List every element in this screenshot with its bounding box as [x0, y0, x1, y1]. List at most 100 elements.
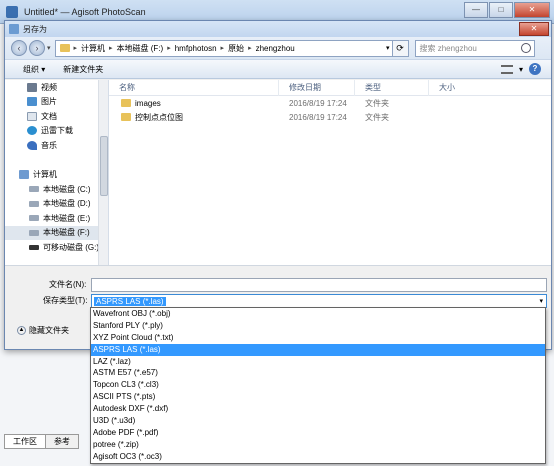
nav-item-label: 迅雷下载	[41, 126, 73, 136]
nav-item-drive-c[interactable]: 本地磁盘 (C:)	[5, 182, 99, 197]
breadcrumb-drive-f[interactable]: 本地磁盘 (F:)	[117, 43, 164, 54]
column-header: 名称 修改日期 类型 大小	[109, 79, 551, 96]
hide-folders-label: 隐藏文件夹	[29, 326, 69, 335]
nav-item-music[interactable]: 音乐	[5, 138, 99, 153]
file-name-cell: images	[109, 99, 279, 108]
address-bar[interactable]: ▸ 计算机 ▸ 本地磁盘 (F:) ▸ hmfphotosn ▸ 原始 ▸ zh…	[54, 39, 393, 57]
chevron-right-icon[interactable]: ▸	[167, 44, 171, 52]
organize-menu[interactable]: 组织 ▾	[23, 64, 45, 75]
filetype-option-potree[interactable]: potree (*.zip)	[91, 439, 545, 451]
column-type[interactable]: 类型	[355, 79, 429, 96]
document-icon	[27, 111, 37, 121]
filename-field[interactable]	[91, 278, 547, 292]
search-icon[interactable]	[520, 43, 531, 53]
dialog-icon	[9, 24, 19, 34]
file-row[interactable]: images 2016/8/19 17:24 文件夹	[109, 96, 551, 110]
nav-item-drive-d[interactable]: 本地磁盘 (D:)	[5, 197, 99, 212]
navigation-scrollbar[interactable]	[98, 80, 108, 265]
nav-item-label: 视频	[41, 82, 57, 92]
column-date-modified[interactable]: 修改日期	[279, 79, 355, 96]
file-date: 2016/8/19 17:24	[289, 98, 347, 108]
refresh-button[interactable]: ⟳	[392, 39, 409, 57]
folder-icon	[121, 99, 131, 107]
recent-locations-dropdown[interactable]: ▾	[47, 44, 51, 52]
download-icon	[27, 126, 37, 136]
nav-item-label: 计算机	[33, 170, 57, 180]
new-folder-button[interactable]: 新建文件夹	[63, 64, 103, 75]
drive-icon	[29, 200, 39, 207]
nav-item-drive-g[interactable]: 可移动磁盘 (G:)	[5, 240, 99, 255]
chevron-down-icon[interactable]: ▾	[539, 297, 543, 305]
filetype-option-oc3[interactable]: Agisoft OC3 (*.oc3)	[91, 451, 545, 463]
dialog-close-button[interactable]: ✕	[519, 22, 549, 36]
filetype-option-pdf[interactable]: Adobe PDF (*.pdf)	[91, 427, 545, 439]
filetype-option-dxf[interactable]: Autodesk DXF (*.dxf)	[91, 403, 545, 415]
nav-item-drive-e[interactable]: 本地磁盘 (E:)	[5, 211, 99, 226]
window-controls: — □ ✕	[464, 2, 550, 18]
filetype-option-e57[interactable]: ASTM E57 (*.e57)	[91, 367, 545, 379]
computer-icon	[19, 170, 29, 180]
tab-reference[interactable]: 参考	[45, 434, 79, 449]
filetype-option-las[interactable]: ASPRS LAS (*.las)	[91, 343, 545, 356]
drive-icon	[29, 229, 39, 236]
filetype-option-u3d[interactable]: U3D (*.u3d)	[91, 415, 545, 427]
nav-item-label: 本地磁盘 (F:)	[43, 228, 90, 238]
chevron-right-icon[interactable]: ▸	[248, 44, 252, 52]
file-name-cell: 控制点点位图	[109, 112, 279, 123]
filetype-option-txt[interactable]: XYZ Point Cloud (*.txt)	[91, 332, 545, 344]
view-options-icon[interactable]	[500, 64, 513, 74]
chevron-down-icon[interactable]: ▾	[386, 44, 390, 52]
file-date: 2016/8/19 17:24	[289, 112, 347, 122]
dialog-titlebar: 另存为 ✕	[5, 21, 551, 37]
nav-item-computer[interactable]: 计算机	[5, 168, 99, 183]
usb-drive-icon	[29, 244, 39, 250]
forward-button[interactable]: ›	[29, 40, 45, 56]
folder-icon	[121, 113, 131, 121]
scrollbar-thumb[interactable]	[100, 136, 108, 196]
nav-item-documents[interactable]: 文档	[5, 109, 99, 124]
photoscan-app-icon	[6, 5, 18, 18]
bottom-tabs: 工作区 参考	[4, 434, 79, 449]
nav-item-pictures[interactable]: 图片	[5, 95, 99, 110]
minimize-button[interactable]: —	[464, 2, 488, 18]
filetype-dropdown-list: Wavefront OBJ (*.obj) Stanford PLY (*.pl…	[90, 307, 546, 464]
navigation-pane: 视频 图片 文档 迅雷下载 音乐 计算机 本地磁盘 (C:) 本地磁盘 (D:)…	[5, 80, 109, 265]
drive-icon	[29, 215, 39, 222]
file-row[interactable]: 控制点点位图 2016/8/19 17:24 文件夹	[109, 110, 551, 124]
filetype-option-laz[interactable]: LAZ (*.laz)	[91, 356, 545, 368]
video-icon	[27, 82, 37, 92]
chevron-right-icon[interactable]: ▸	[109, 44, 113, 52]
filetype-option-obj[interactable]: Wavefront OBJ (*.obj)	[91, 308, 545, 320]
filetype-option-cl3[interactable]: Topcon CL3 (*.cl3)	[91, 379, 545, 391]
column-size[interactable]: 大小	[429, 80, 539, 96]
maximize-button[interactable]: □	[489, 2, 513, 18]
nav-item-thunder-downloads[interactable]: 迅雷下载	[5, 124, 99, 139]
nav-item-label: 图片	[41, 97, 57, 107]
breadcrumb-hmfphotosn[interactable]: hmfphotosn	[175, 44, 217, 53]
picture-icon	[27, 97, 37, 107]
close-button[interactable]: ✕	[514, 2, 550, 18]
column-name[interactable]: 名称	[109, 79, 279, 96]
nav-item-videos[interactable]: 视频	[5, 80, 99, 95]
nav-item-drive-f[interactable]: 本地磁盘 (F:)	[5, 225, 99, 240]
chevron-right-icon[interactable]: ▸	[221, 44, 225, 52]
filetype-select[interactable]: ASPRS LAS (*.las) ▾	[91, 294, 547, 308]
nav-item-label: 音乐	[41, 140, 57, 150]
search-placeholder: 搜索 zhengzhou	[419, 43, 477, 53]
chevron-right-icon[interactable]: ▸	[74, 44, 78, 52]
filetype-option-pts[interactable]: ASCII PTS (*.pts)	[91, 391, 545, 403]
hide-folders-toggle[interactable]: ▲ 隐藏文件夹	[17, 325, 69, 336]
help-icon[interactable]: ?	[529, 63, 541, 75]
chevron-down-icon[interactable]: ▾	[519, 65, 523, 74]
search-input[interactable]: 搜索 zhengzhou	[414, 39, 535, 57]
tab-workspace[interactable]: 工作区	[4, 434, 46, 449]
file-browser: 视频 图片 文档 迅雷下载 音乐 计算机 本地磁盘 (C:) 本地磁盘 (D:)…	[5, 79, 551, 265]
breadcrumb-computer[interactable]: 计算机	[81, 43, 105, 54]
back-button[interactable]: ‹	[11, 40, 27, 56]
collapse-up-icon: ▲	[17, 326, 26, 335]
filetype-option-ply[interactable]: Stanford PLY (*.ply)	[91, 320, 545, 332]
breadcrumb-zhengzhou[interactable]: zhengzhou	[256, 44, 295, 53]
breadcrumb-yuanshi[interactable]: 原始	[228, 43, 244, 54]
filetype-label: 保存类型(T):	[43, 296, 88, 305]
